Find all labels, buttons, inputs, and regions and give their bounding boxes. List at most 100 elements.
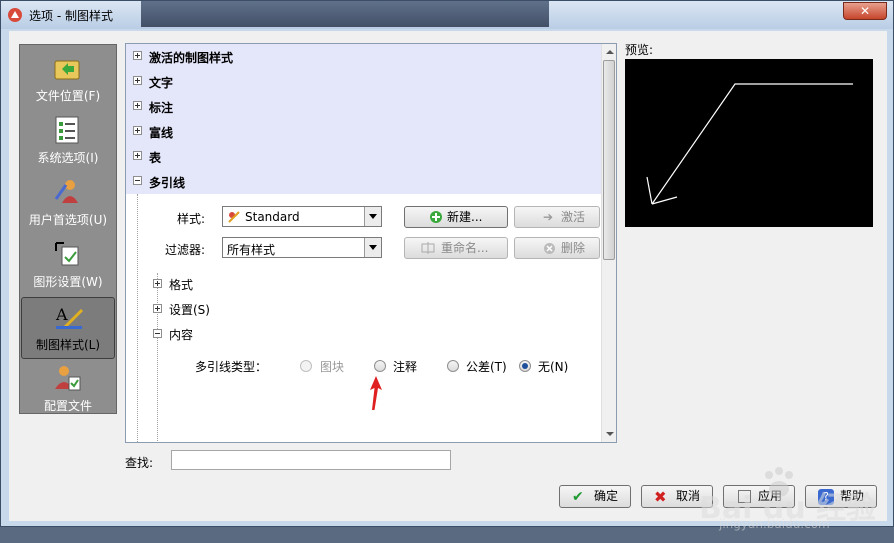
preview-canvas <box>625 59 873 227</box>
expand-icon[interactable] <box>133 151 142 160</box>
app-icon <box>8 8 22 22</box>
window-title: 选项 - 制图样式 <box>29 9 113 23</box>
search-label: 查找: <box>125 456 154 470</box>
profile-icon <box>55 366 81 391</box>
check-icon: ✔ <box>572 489 584 505</box>
sidebar-item-label: 文件位置(F) <box>35 89 101 103</box>
tree-section-multileader[interactable]: 多引线 <box>126 169 601 194</box>
drafting-style-icon: A <box>55 305 84 330</box>
sidebar-item-graphics-settings[interactable]: 图形设置(W) <box>20 235 116 297</box>
tree-section-label: 富线 <box>149 126 174 140</box>
user-preferences-icon <box>54 180 78 203</box>
radio-annotation[interactable] <box>374 360 386 372</box>
tree-section-table[interactable]: 表 <box>126 144 601 169</box>
tree-section-label: 激活的制图样式 <box>149 51 234 65</box>
delete-button[interactable]: 删除 <box>514 237 600 259</box>
rename-button-label: 重命名... <box>441 241 489 255</box>
sidebar-item-file-locations[interactable]: 文件位置(F) <box>20 49 116 111</box>
multileader-preview-drawing <box>646 83 853 205</box>
search-input[interactable] <box>171 450 451 470</box>
leader-type-label: 多引线类型： <box>195 360 268 374</box>
sidebar-item-label: 系统选项(I) <box>37 151 99 165</box>
style-value: Standard <box>245 210 300 224</box>
subtree-guide-line <box>157 273 159 442</box>
style-icon <box>228 211 240 223</box>
cancel-button-label: 取消 <box>676 489 701 503</box>
tree-section-label: 文字 <box>149 76 174 90</box>
new-style-button-label: 新建... <box>447 210 483 224</box>
sidebar-item-system-options[interactable]: 系统选项(I) <box>20 111 116 173</box>
chevron-down-icon[interactable] <box>364 238 381 257</box>
subsection-format[interactable]: 格式 <box>169 276 193 293</box>
scrollbar-thumb[interactable] <box>603 60 615 260</box>
activate-button-label: 激活 <box>561 210 586 224</box>
ok-button-label: 确定 <box>594 489 619 503</box>
collapse-icon[interactable] <box>133 176 142 185</box>
sidebar-item-profiles[interactable]: 配置文件 <box>20 359 116 421</box>
style-combo[interactable]: Standard <box>222 206 382 227</box>
filter-combo[interactable]: 所有样式 <box>222 237 382 258</box>
expand-icon[interactable] <box>153 304 162 313</box>
new-style-button[interactable]: 新建... <box>404 206 508 228</box>
delete-button-label: 删除 <box>561 241 586 255</box>
radio-block[interactable] <box>300 360 312 372</box>
radio-block-label: 图块 <box>320 360 345 374</box>
subsection-settings[interactable]: 设置(S) <box>169 301 210 318</box>
tree-section-text[interactable]: 文字 <box>126 69 601 94</box>
folder-arrow-icon <box>54 60 80 80</box>
title-bar[interactable]: 选项 - 制图样式 ✕ <box>1 1 893 29</box>
cancel-icon: ✖ <box>654 488 667 506</box>
expand-icon[interactable] <box>133 126 142 135</box>
dialog-body: 文件位置(F) 系统选项(I) 用户首选项(U) 图形设置(W) A 制图样式(… <box>9 31 887 531</box>
expand-icon[interactable] <box>153 279 162 288</box>
tree-section-richline[interactable]: 富线 <box>126 119 601 144</box>
settings-tree: 激活的制图样式 文字 标注 富线 表 多引线 样式: Standard 新建..… <box>125 43 617 443</box>
filter-label: 过滤器: <box>165 243 206 257</box>
delete-icon <box>544 243 555 254</box>
tree-section-active-style[interactable]: 激活的制图样式 <box>126 44 601 69</box>
chevron-down-icon[interactable] <box>364 207 381 226</box>
baidu-watermark: Bai du 经验 jingyan.baidu.com <box>699 463 889 543</box>
category-sidebar: 文件位置(F) 系统选项(I) 用户首选项(U) 图形设置(W) A 制图样式(… <box>19 44 117 414</box>
tree-section-label: 多引线 <box>149 176 186 190</box>
close-button[interactable]: ✕ <box>843 2 887 20</box>
sidebar-item-label: 图形设置(W) <box>33 275 103 289</box>
activate-button[interactable]: ➔ 激活 <box>514 206 600 228</box>
taskbar-overlay <box>141 1 549 27</box>
tree-guide-line <box>137 194 139 442</box>
graphics-settings-icon <box>55 242 79 266</box>
add-icon <box>430 211 442 223</box>
expand-icon[interactable] <box>133 101 142 110</box>
preview-label: 预览: <box>625 43 654 57</box>
tree-section-label: 标注 <box>149 101 174 115</box>
expand-icon[interactable] <box>133 76 142 85</box>
checklist-icon <box>55 116 79 144</box>
ok-button[interactable]: ✔ 确定 <box>559 485 631 508</box>
sidebar-item-label: 制图样式(L) <box>35 338 101 352</box>
tree-section-label: 表 <box>149 151 162 165</box>
collapse-icon[interactable] <box>153 329 162 338</box>
sidebar-item-label: 用户首选项(U) <box>28 213 108 227</box>
tree-section-dimension[interactable]: 标注 <box>126 94 601 119</box>
sidebar-item-drafting-styles[interactable]: A 制图样式(L) <box>21 297 115 359</box>
radio-tolerance-label: 公差(T) <box>466 360 507 374</box>
filter-value: 所有样式 <box>227 243 276 257</box>
radio-none[interactable] <box>519 360 531 372</box>
rename-button[interactable]: 重命名... <box>404 237 508 259</box>
scroll-down-icon[interactable] <box>602 427 616 442</box>
subsection-content[interactable]: 内容 <box>169 326 193 343</box>
arrow-right-icon: ➔ <box>543 210 554 224</box>
watermark-url: jingyan.baidu.com <box>719 517 830 531</box>
rename-icon <box>421 242 435 254</box>
close-icon: ✕ <box>859 4 871 18</box>
radio-none-label: 无(N) <box>538 360 569 374</box>
svg-text:A: A <box>55 305 68 324</box>
scroll-up-icon[interactable] <box>602 44 616 59</box>
style-label: 样式: <box>177 212 206 226</box>
radio-annotation-label: 注释 <box>393 360 418 374</box>
options-dialog: 选项 - 制图样式 ✕ 文件位置(F) 系统选项(I) 用户首选项(U) 图形设… <box>0 0 894 531</box>
tree-scrollbar[interactable] <box>601 44 616 442</box>
radio-tolerance[interactable] <box>447 360 459 372</box>
sidebar-item-user-preferences[interactable]: 用户首选项(U) <box>20 173 116 235</box>
expand-icon[interactable] <box>133 51 142 60</box>
